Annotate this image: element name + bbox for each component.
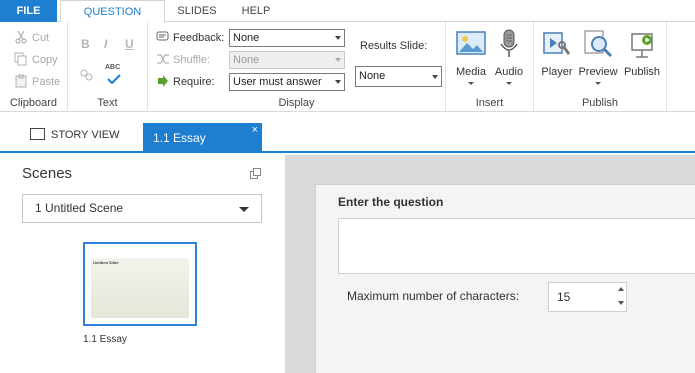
scenes-title: Scenes <box>22 165 73 182</box>
ribbon: Cut Copy Paste Clipboard B I U ABC Text … <box>0 22 695 112</box>
max-characters-stepper[interactable]: 15 <box>548 282 627 312</box>
feedback-value: None <box>233 32 260 44</box>
chevron-down-icon <box>335 80 341 84</box>
copy-label: Copy <box>32 54 58 66</box>
text-effects-icon[interactable] <box>79 67 95 83</box>
underline-button[interactable]: U <box>125 37 134 51</box>
shuffle-value: None <box>233 54 260 66</box>
feedback-icon <box>156 31 169 41</box>
spell-check-button[interactable]: ABC <box>105 64 123 86</box>
text-group-label: Text <box>97 97 118 109</box>
slide-thumbnail-preview <box>91 258 189 318</box>
player-button[interactable]: Player <box>538 28 576 78</box>
shuffle-select[interactable]: None <box>229 51 345 69</box>
audio-button[interactable]: Audio <box>492 28 526 85</box>
require-row: Require: <box>156 73 215 91</box>
publish-icon <box>631 33 653 58</box>
insert-group: Media Audio Insert <box>446 22 534 112</box>
media-button[interactable]: Media <box>452 28 490 85</box>
require-value: User must answer <box>233 76 322 88</box>
cut-label: Cut <box>32 32 50 44</box>
italic-button[interactable]: I <box>104 37 107 51</box>
display-group: Feedback: None Shuffle: None Require: Us… <box>148 22 446 112</box>
tab-question[interactable]: QUESTION <box>60 0 165 23</box>
publish-group-label: Publish <box>581 97 619 109</box>
audio-label: Audio <box>494 66 524 78</box>
shuffle-row: Shuffle: <box>156 51 210 69</box>
player-settings-icon <box>543 32 571 55</box>
story-view-icon <box>30 128 45 140</box>
media-label: Media <box>456 66 486 78</box>
publish-group: Player Preview Publish Publish <box>534 22 667 112</box>
max-characters-label: Maximum number of characters: <box>347 289 520 303</box>
arrow-right-icon <box>158 75 168 87</box>
document-tab-bar: STORY VIEW 1.1 Essay × <box>0 113 695 153</box>
chevron-down-icon <box>595 82 601 85</box>
clipboard-icon <box>15 74 27 88</box>
magnifier-preview-icon <box>584 30 613 58</box>
close-icon[interactable]: × <box>252 115 258 145</box>
player-label: Player <box>541 66 573 78</box>
scene-dropdown[interactable]: 1 Untitled Scene <box>22 194 262 223</box>
require-select[interactable]: User must answer <box>229 73 345 91</box>
copy-button[interactable]: Copy <box>14 51 58 69</box>
copy-icon <box>14 52 27 66</box>
tab-essay-slide[interactable]: 1.1 Essay × <box>143 123 262 153</box>
tab-story-view[interactable]: STORY VIEW <box>30 125 119 145</box>
tab-slides[interactable]: SLIDES <box>168 0 226 22</box>
checkmark-icon <box>107 74 121 84</box>
picture-icon <box>456 31 486 55</box>
feedback-label: Feedback: <box>173 32 225 44</box>
chevron-down-icon <box>506 82 512 85</box>
scissors-icon <box>15 30 27 44</box>
bold-button[interactable]: B <box>81 37 90 51</box>
question-input[interactable] <box>338 218 695 274</box>
insert-group-label: Insert <box>475 97 504 109</box>
publish-label: Publish <box>623 66 661 78</box>
scenes-panel: Scenes 1 Untitled Scene Untitled Slide 1… <box>0 155 285 373</box>
preview-label: Preview <box>578 66 618 78</box>
publish-button[interactable]: Publish <box>620 28 664 78</box>
shuffle-icon <box>157 54 169 64</box>
require-label: Require: <box>173 76 215 88</box>
ribbon-tab-bar: FILE QUESTION SLIDES HELP <box>0 0 695 23</box>
question-label: Enter the question <box>338 195 444 209</box>
tab-file[interactable]: FILE <box>0 0 57 22</box>
slide-thumbnail-text: Untitled Slide <box>93 260 119 265</box>
results-slide-select[interactable]: None <box>355 66 442 87</box>
scene-dropdown-value: 1 Untitled Scene <box>35 201 124 215</box>
question-form: Enter the question Maximum number of cha… <box>315 184 695 373</box>
essay-tab-label: 1.1 Essay <box>153 131 206 145</box>
increment-icon[interactable] <box>618 287 624 291</box>
spell-check-label: ABC <box>105 64 121 71</box>
tab-help[interactable]: HELP <box>232 0 280 22</box>
max-characters-value: 15 <box>557 290 571 304</box>
cut-button[interactable]: Cut <box>14 29 49 47</box>
popout-icon[interactable] <box>250 168 261 179</box>
clipboard-group-label: Clipboard <box>9 97 58 109</box>
story-view-label: STORY VIEW <box>51 129 120 141</box>
preview-button[interactable]: Preview <box>577 28 619 85</box>
feedback-select[interactable]: None <box>229 29 345 47</box>
chevron-down-icon <box>335 58 341 62</box>
microphone-icon <box>500 29 518 57</box>
display-group-label: Display <box>278 97 315 109</box>
shuffle-label: Shuffle: <box>173 54 211 66</box>
clipboard-group: Cut Copy Paste Clipboard <box>0 22 68 112</box>
slide-thumbnail[interactable]: Untitled Slide <box>83 242 197 326</box>
chevron-down-icon <box>239 207 249 212</box>
text-group: B I U ABC Text <box>68 22 148 112</box>
decrement-icon[interactable] <box>618 301 624 305</box>
chevron-down-icon <box>432 75 438 79</box>
slide-work-area: Enter the question Maximum number of cha… <box>285 155 695 373</box>
paste-label: Paste <box>32 76 61 88</box>
feedback-row: Feedback: <box>156 29 224 47</box>
results-slide-value: None <box>359 70 386 82</box>
paste-button[interactable]: Paste <box>14 73 60 91</box>
chevron-down-icon <box>335 36 341 40</box>
chevron-down-icon <box>468 82 474 85</box>
results-slide-label: Results Slide: <box>360 40 428 52</box>
slide-thumbnail-label: 1.1 Essay <box>83 334 127 345</box>
